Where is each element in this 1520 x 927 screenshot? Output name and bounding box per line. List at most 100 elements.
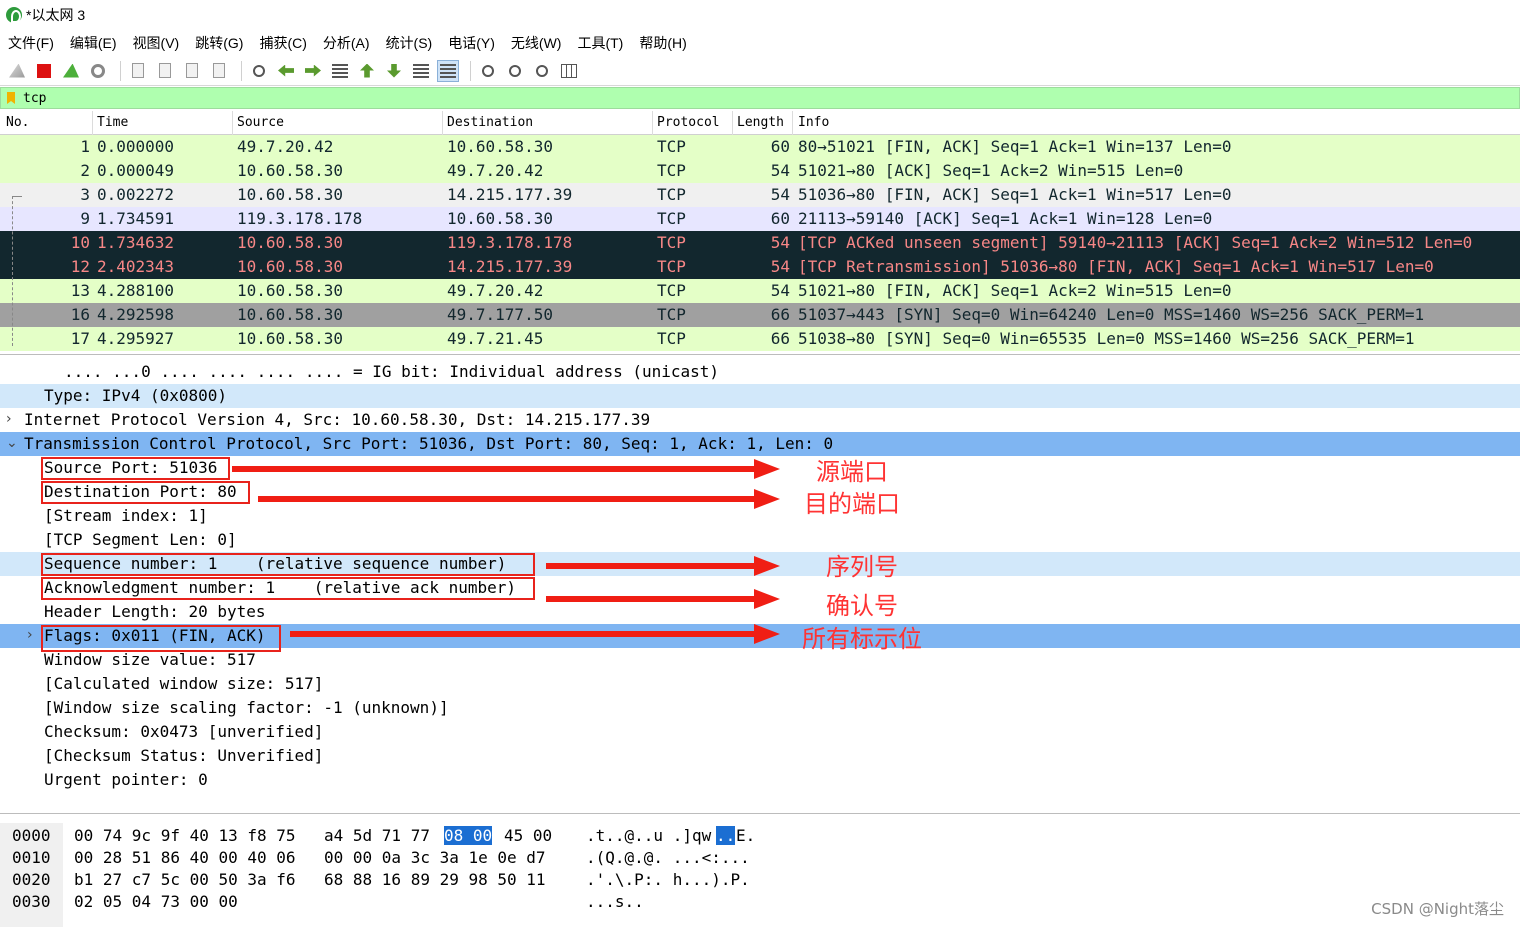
detail-row[interactable]: [Calculated window size: 517] bbox=[0, 672, 1520, 696]
column-header-info[interactable]: Info bbox=[798, 115, 829, 130]
annotation-ack-number: 确认号 bbox=[826, 592, 898, 620]
detail-row[interactable]: Checksum: 0x0473 [unverified] bbox=[0, 720, 1520, 744]
hex-row[interactable]: 0020 b1 27 c7 5c 00 50 3a f6 68 88 16 89 2… bbox=[0, 869, 1520, 891]
menu-wireless[interactable]: 无线(W) bbox=[511, 33, 562, 53]
packet-row[interactable]: 12 2.402343 10.60.58.30 14.215.177.39 TCP 54[… bbox=[0, 255, 1520, 279]
detail-text: Checksum: 0x0473 [unverified] bbox=[44, 722, 324, 741]
flags-arrow bbox=[290, 624, 780, 644]
packet-cell-info: 51036→80 [FIN, ACK] Seq=1 Ack=1 Win=517 … bbox=[798, 185, 1232, 204]
packet-cell-info: 80→51021 [FIN, ACK] Seq=1 Ack=1 Win=137 … bbox=[798, 137, 1232, 156]
detail-row[interactable]: [TCP Segment Len: 0] bbox=[0, 528, 1520, 552]
detail-row[interactable]: Urgent pointer: 0 bbox=[0, 768, 1520, 792]
hex-ascii-b: E. bbox=[736, 826, 756, 845]
go-forward-icon[interactable] bbox=[302, 60, 324, 82]
sequence-number-highlight-box bbox=[41, 553, 535, 576]
packet-cell-info: 51038→80 [SYN] Seq=0 Win=65535 Len=0 MSS… bbox=[798, 329, 1415, 348]
menu-telephony[interactable]: 电话(Y) bbox=[448, 33, 495, 53]
menu-go[interactable]: 跳转(G) bbox=[195, 33, 243, 53]
go-last-icon[interactable] bbox=[383, 60, 405, 82]
hex-ascii-a: .(Q.@.@. ...<:... bbox=[586, 848, 750, 867]
go-to-packet-icon[interactable] bbox=[329, 60, 351, 82]
detail-row[interactable]: [Window size scaling factor: -1 (unknown… bbox=[0, 696, 1520, 720]
detail-row[interactable]: Type: IPv4 (0x0800) bbox=[0, 384, 1520, 408]
packet-row[interactable]: 16 4.292598 10.60.58.30 49.7.177.50 TCP 66 510… bbox=[0, 303, 1520, 327]
resize-columns-icon[interactable] bbox=[558, 60, 580, 82]
menu-analyze[interactable]: 分析(A) bbox=[323, 33, 370, 53]
column-header-time[interactable]: Time bbox=[97, 115, 128, 130]
packet-cell-info: 51037→443 [SYN] Seq=0 Win=64240 Len=0 MS… bbox=[798, 305, 1425, 324]
hex-bytes-a: b1 27 c7 5c 00 50 3a f6 bbox=[74, 870, 296, 889]
toolbar-separator bbox=[470, 60, 471, 81]
menu-tools[interactable]: 工具(T) bbox=[577, 33, 623, 53]
annotation-flags: 所有标示位 bbox=[802, 625, 922, 653]
menu-statistics[interactable]: 统计(S) bbox=[386, 33, 433, 53]
go-first-icon[interactable] bbox=[356, 60, 378, 82]
hex-bytes-b1: 00 00 0a 3c 3a 1e 0e d7 bbox=[324, 848, 546, 867]
detail-row[interactable]: [Checksum Status: Unverified] bbox=[0, 744, 1520, 768]
column-header-source[interactable]: Source bbox=[237, 115, 284, 130]
column-header-length[interactable]: Length bbox=[737, 115, 784, 130]
column-header-destination[interactable]: Destination bbox=[447, 115, 533, 130]
toolbar-separator bbox=[120, 60, 121, 81]
detail-text: [Checksum Status: Unverified] bbox=[44, 746, 324, 765]
reload-file-icon[interactable] bbox=[208, 60, 230, 82]
hex-row[interactable]: 0010 00 28 51 86 40 00 40 06 00 00 0a 3c 3… bbox=[0, 847, 1520, 869]
expand-chevron-icon[interactable]: › bbox=[27, 627, 33, 643]
hex-ascii-hl: .. bbox=[716, 826, 736, 845]
toolbar-separator bbox=[241, 60, 242, 81]
hex-bytes-a: 00 28 51 86 40 00 40 06 bbox=[74, 848, 296, 867]
detail-text: Window size value: 517 bbox=[44, 650, 256, 669]
menu-file[interactable]: 文件(F) bbox=[8, 33, 54, 53]
menu-view[interactable]: 视图(V) bbox=[133, 33, 180, 53]
menu-help[interactable]: 帮助(H) bbox=[639, 33, 686, 53]
save-file-icon[interactable] bbox=[154, 60, 176, 82]
close-file-icon[interactable] bbox=[181, 60, 203, 82]
packet-cell-len: 54 bbox=[770, 281, 790, 300]
packet-row[interactable]: 10 1.734632 10.60.58.30 119.3.178.178 TCP 54[… bbox=[0, 231, 1520, 255]
hex-bytes-b1: 68 88 16 89 29 98 50 11 bbox=[324, 870, 546, 889]
column-header-no[interactable]: No. bbox=[6, 115, 29, 130]
column-header-protocol[interactable]: Protocol bbox=[657, 115, 720, 130]
display-filter-input[interactable]: tcp bbox=[23, 91, 46, 106]
hex-bytes-a: 00 74 9c 9f 40 13 f8 75 bbox=[74, 826, 296, 845]
hex-row[interactable]: 0000 00 74 9c 9f 40 13 f8 75 a4 5d 71 77 08… bbox=[0, 825, 1520, 847]
zoom-normal-icon[interactable] bbox=[531, 60, 553, 82]
detail-row[interactable]: ⌄ Transmission Control Protocol, Src Port… bbox=[0, 432, 1520, 456]
restart-capture-icon[interactable] bbox=[60, 60, 82, 82]
stop-capture-icon[interactable] bbox=[33, 60, 55, 82]
wireshark-app-icon bbox=[6, 7, 22, 23]
zoom-out-icon[interactable] bbox=[504, 60, 526, 82]
zoom-in-icon[interactable] bbox=[477, 60, 499, 82]
packet-cell-info: 51021→80 [ACK] Seq=1 Ack=2 Win=515 Len=0 bbox=[798, 161, 1184, 180]
go-back-icon[interactable] bbox=[275, 60, 297, 82]
expand-chevron-icon[interactable]: › bbox=[6, 411, 12, 427]
packet-cell-len: 54 bbox=[770, 185, 790, 204]
find-packet-icon[interactable] bbox=[248, 60, 270, 82]
menu-edit[interactable]: 编辑(E) bbox=[70, 33, 117, 53]
packet-cell-len: 54 bbox=[770, 233, 790, 252]
auto-scroll-icon[interactable] bbox=[410, 60, 432, 82]
detail-row[interactable]: › Internet Protocol Version 4, Src: 10.60… bbox=[0, 408, 1520, 432]
packet-row[interactable]: 2 0.000049 10.60.58.30 49.7.20.42 TCP 54 51021… bbox=[0, 159, 1520, 183]
capture-options-icon[interactable] bbox=[87, 60, 109, 82]
menu-capture[interactable]: 捕获(C) bbox=[259, 33, 306, 53]
hex-row[interactable]: 0030 02 05 04 73 00 00 ...s.. bbox=[0, 891, 1520, 913]
main-toolbar bbox=[0, 56, 1520, 86]
annotation-sequence-number: 序列号 bbox=[826, 553, 898, 581]
packet-row[interactable]: 3 0.002272 10.60.58.30 14.215.177.39 TCP 54 51… bbox=[0, 183, 1520, 207]
detail-row[interactable]: .... ...0 .... .... .... .... = IG bit: … bbox=[0, 360, 1520, 384]
packet-row[interactable]: 1 0.000000 49.7.20.42 10.60.58.30 TCP 60 80→51… bbox=[0, 135, 1520, 159]
packet-row[interactable]: 17 4.295927 10.60.58.30 49.7.21.45 TCP 66 5103… bbox=[0, 327, 1520, 351]
open-file-icon[interactable] bbox=[127, 60, 149, 82]
packet-row[interactable]: 9 1.734591 119.3.178.178 10.60.58.30 TCP 60 21… bbox=[0, 207, 1520, 231]
shark-fin-icon[interactable] bbox=[6, 60, 28, 82]
bookmark-icon[interactable] bbox=[7, 92, 15, 104]
colorize-icon[interactable] bbox=[437, 59, 459, 82]
packet-cell-len: 54 bbox=[770, 161, 790, 180]
collapse-chevron-icon[interactable]: ⌄ bbox=[6, 435, 18, 451]
packet-cell-len: 66 bbox=[770, 329, 790, 348]
detail-text: [Calculated window size: 517] bbox=[44, 674, 324, 693]
hex-bytes-b2: 45 00 bbox=[504, 826, 553, 845]
display-filter-bar[interactable]: tcp bbox=[0, 87, 1520, 109]
packet-row[interactable]: 13 4.288100 10.60.58.30 49.7.20.42 TCP 54 5102… bbox=[0, 279, 1520, 303]
